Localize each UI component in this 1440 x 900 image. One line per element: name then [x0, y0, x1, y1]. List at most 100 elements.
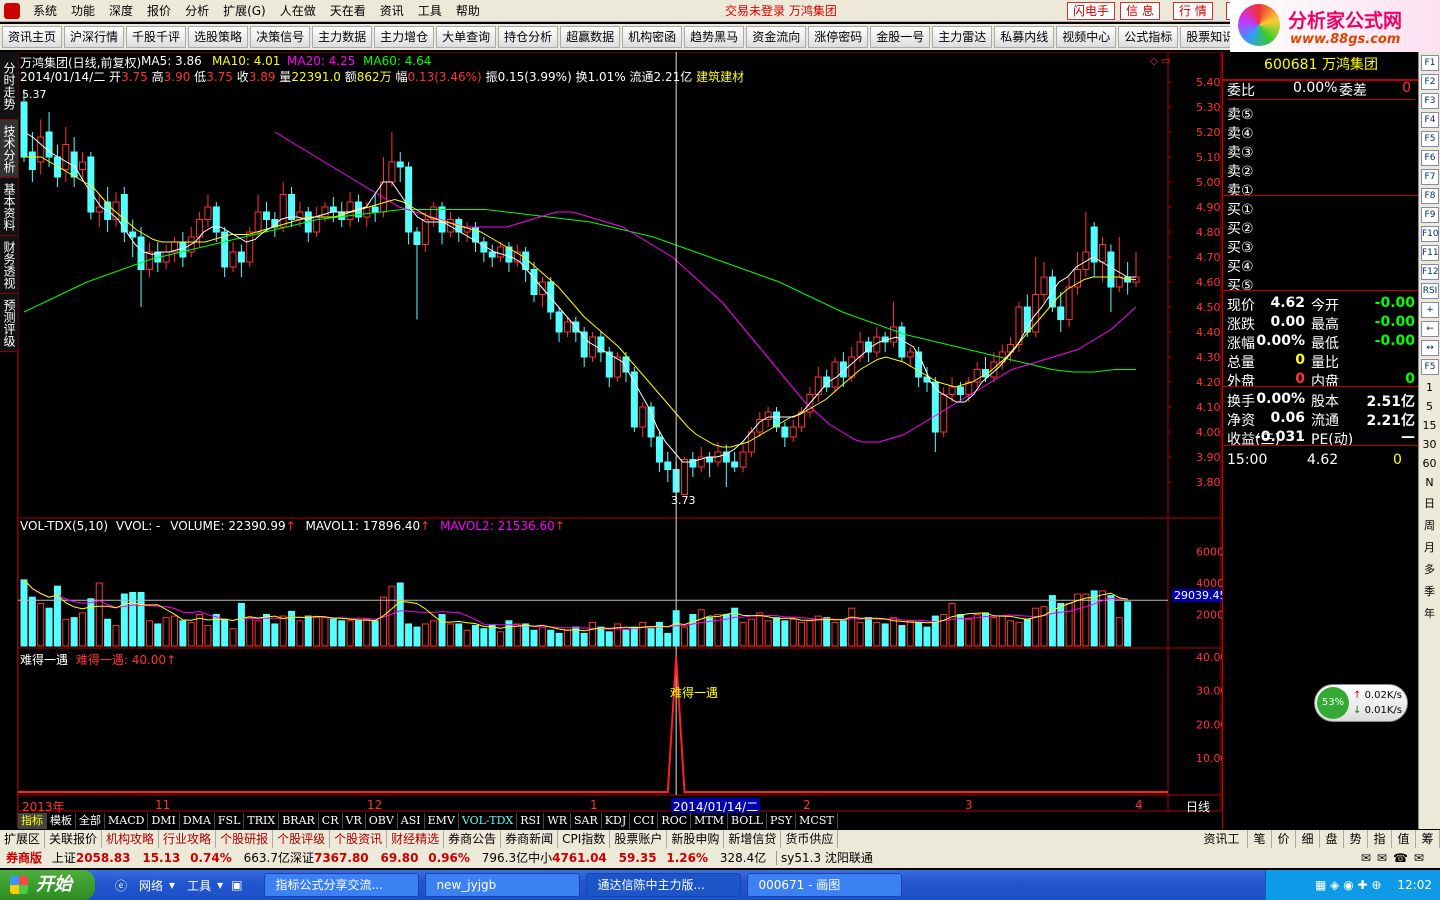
ext-tab-4[interactable]: 个股研报	[216, 830, 274, 848]
indicator-tab-5[interactable]: DMA	[180, 813, 215, 829]
toolbar-button-5[interactable]: 主力数据	[312, 26, 373, 48]
toolbar-button-2[interactable]: 千股千评	[126, 26, 187, 48]
indicator-tab-19[interactable]: CCI	[630, 813, 659, 829]
indicator-tab-17[interactable]: SAR	[571, 813, 602, 829]
task-tdx[interactable]: 通达信陈中主力版...	[586, 873, 742, 897]
desktop-icon[interactable]: ▣	[231, 878, 242, 892]
ext-right-tab-5[interactable]: 势	[1344, 830, 1368, 848]
start-button[interactable]: 开始	[0, 870, 95, 900]
task-paint[interactable]: 000671 - 画图	[747, 873, 903, 897]
ext-right-tab-8[interactable]: 筹	[1416, 830, 1440, 848]
menu-item-help[interactable]: 帮助	[449, 2, 487, 19]
toolbar-button-12[interactable]: 资金流向	[746, 26, 807, 48]
sh-index[interactable]: 2058.83	[76, 851, 131, 865]
toolbar-icon-2[interactable]: F3	[1421, 93, 1439, 109]
ext-right-tab-4[interactable]: 盘	[1320, 830, 1344, 848]
toolbar-button-6[interactable]: 主力增仓	[374, 26, 435, 48]
toolbar-icon-12[interactable]: RSI	[1421, 283, 1439, 299]
menu-item-extend[interactable]: 扩展(G)	[216, 2, 273, 19]
menu-item-quote[interactable]: 报价	[140, 2, 178, 19]
menu-item-renzaizuo[interactable]: 人在做	[273, 2, 323, 19]
toolbar-icon-10[interactable]: F11	[1421, 245, 1439, 261]
zx-index[interactable]: 4761.04	[552, 851, 607, 865]
ext-right-tab-3[interactable]: 细	[1296, 830, 1320, 848]
ext-right-tab-2[interactable]: 价	[1272, 830, 1296, 848]
menu-item-tianzaikan[interactable]: 天在看	[323, 2, 373, 19]
ext-tab-14[interactable]: 货币供应	[781, 830, 839, 848]
toolbar-icon-5[interactable]: F6	[1421, 150, 1439, 166]
tab-fundamental[interactable]: 基本资料	[0, 178, 18, 236]
ext-tab-6[interactable]: 个股资讯	[330, 830, 388, 848]
indicator-tab-12[interactable]: ASI	[398, 813, 425, 829]
ext-tab-1[interactable]: 关联报价	[45, 830, 103, 848]
menu-item-system[interactable]: 系统	[26, 2, 64, 19]
tab-finance[interactable]: 财务透视	[0, 236, 18, 294]
toolbar-button-0[interactable]: 资讯主页	[2, 26, 63, 48]
tab-technical[interactable]: 技术分析	[0, 120, 18, 178]
menu-item-function[interactable]: 功能	[64, 2, 102, 19]
period-button-3[interactable]: 30	[1419, 438, 1440, 451]
indicator-tab-15[interactable]: RSI	[517, 813, 545, 829]
ext-tab-3[interactable]: 行业攻略	[159, 830, 217, 848]
quote-button[interactable]: 行 情	[1173, 2, 1213, 20]
toolbar-icon-6[interactable]: F7	[1421, 169, 1439, 185]
ext-tab-13[interactable]: 新增信贷	[724, 830, 782, 848]
toolbar-button-7[interactable]: 大单查询	[436, 26, 497, 48]
quick-network[interactable]: 网络	[139, 877, 163, 894]
tab-intraday[interactable]: 分时走势	[0, 52, 18, 120]
tray-icons[interactable]: ▦ ◈ ◉ ✚ ⊕	[1315, 878, 1381, 892]
toolbar-icon-11[interactable]: F12	[1421, 264, 1439, 280]
indicator-tab-0[interactable]: 指标	[18, 813, 47, 829]
ext-tab-5[interactable]: 个股评级	[273, 830, 331, 848]
toolbar-icon-0[interactable]: F1	[1421, 55, 1439, 71]
indicator-tab-1[interactable]: 模板	[47, 813, 76, 829]
toolbar-button-1[interactable]: 沪深行情	[64, 26, 125, 48]
period-button-0[interactable]: 1	[1419, 381, 1440, 394]
indicator-tab-23[interactable]: PSY	[767, 813, 797, 829]
toolbar-button-8[interactable]: 持仓分析	[498, 26, 559, 48]
indicator-tab-9[interactable]: CR	[319, 813, 343, 829]
toolbar-icon-3[interactable]: F4	[1421, 112, 1439, 128]
toolbar-button-18[interactable]: 公式指标	[1118, 26, 1179, 48]
ext-tab-10[interactable]: CPI指数	[558, 830, 611, 848]
indicator-tab-10[interactable]: VR	[343, 813, 366, 829]
toolbar-button-4[interactable]: 决策信号	[250, 26, 311, 48]
ext-tab-11[interactable]: 股票账户	[610, 830, 668, 848]
quick-tools[interactable]: 工具	[187, 877, 211, 894]
indicator-tab-3[interactable]: MACD	[105, 813, 149, 829]
toolbar-button-17[interactable]: 视频中心	[1056, 26, 1117, 48]
ext-right-tab-7[interactable]: 值	[1392, 830, 1416, 848]
ext-tab-9[interactable]: 券商新闻	[501, 830, 559, 848]
ext-right-tab-1[interactable]: 笔	[1248, 830, 1272, 848]
period-button-11[interactable]: 年	[1419, 605, 1440, 621]
toolbar-icon-15[interactable]: ↔	[1421, 340, 1439, 356]
network-speed-widget[interactable]: 53% ↑ 0.02K/s ↓ 0.01K/s	[1314, 684, 1408, 722]
toolbar-button-3[interactable]: 选股策略	[188, 26, 249, 48]
toolbar-button-19[interactable]: 股票知识	[1180, 26, 1230, 48]
indicator-tab-8[interactable]: BRAR	[279, 813, 319, 829]
indicator-tab-4[interactable]: DMI	[148, 813, 180, 829]
indicator-tab-21[interactable]: MTM	[691, 813, 729, 829]
indicator-tab-7[interactable]: TRIX	[244, 813, 280, 829]
toolbar-icon-9[interactable]: F10	[1421, 226, 1439, 242]
indicator-tab-14[interactable]: VOL-TDX	[459, 813, 518, 829]
indicator-tab-6[interactable]: FSL	[215, 813, 245, 829]
period-button-10[interactable]: 季	[1419, 583, 1440, 599]
toolbar-icon-16[interactable]: F5	[1421, 359, 1439, 375]
toolbar-button-13[interactable]: 涨停密码	[808, 26, 869, 48]
period-button-6[interactable]: 日	[1419, 495, 1440, 511]
ext-tab-7[interactable]: 财经精选	[387, 830, 445, 848]
tab-forecast[interactable]: 预测评级	[0, 294, 18, 352]
period-button-9[interactable]: 多	[1419, 561, 1440, 577]
ext-tab-12[interactable]: 新股申购	[667, 830, 725, 848]
toolbar-icon-14[interactable]: ←	[1421, 321, 1439, 337]
period-button-2[interactable]: 15	[1419, 419, 1440, 432]
indicator-tab-13[interactable]: EMV	[425, 813, 459, 829]
toolbar-button-9[interactable]: 超赢数据	[560, 26, 621, 48]
period-button-7[interactable]: 周	[1419, 517, 1440, 533]
period-button-1[interactable]: 5	[1419, 400, 1440, 413]
ext-tab-0[interactable]: 扩展区	[0, 830, 46, 848]
toolbar-icon-7[interactable]: F8	[1421, 188, 1439, 204]
toolbar-icon-4[interactable]: F5	[1421, 131, 1439, 147]
menu-item-news[interactable]: 资讯	[373, 2, 411, 19]
